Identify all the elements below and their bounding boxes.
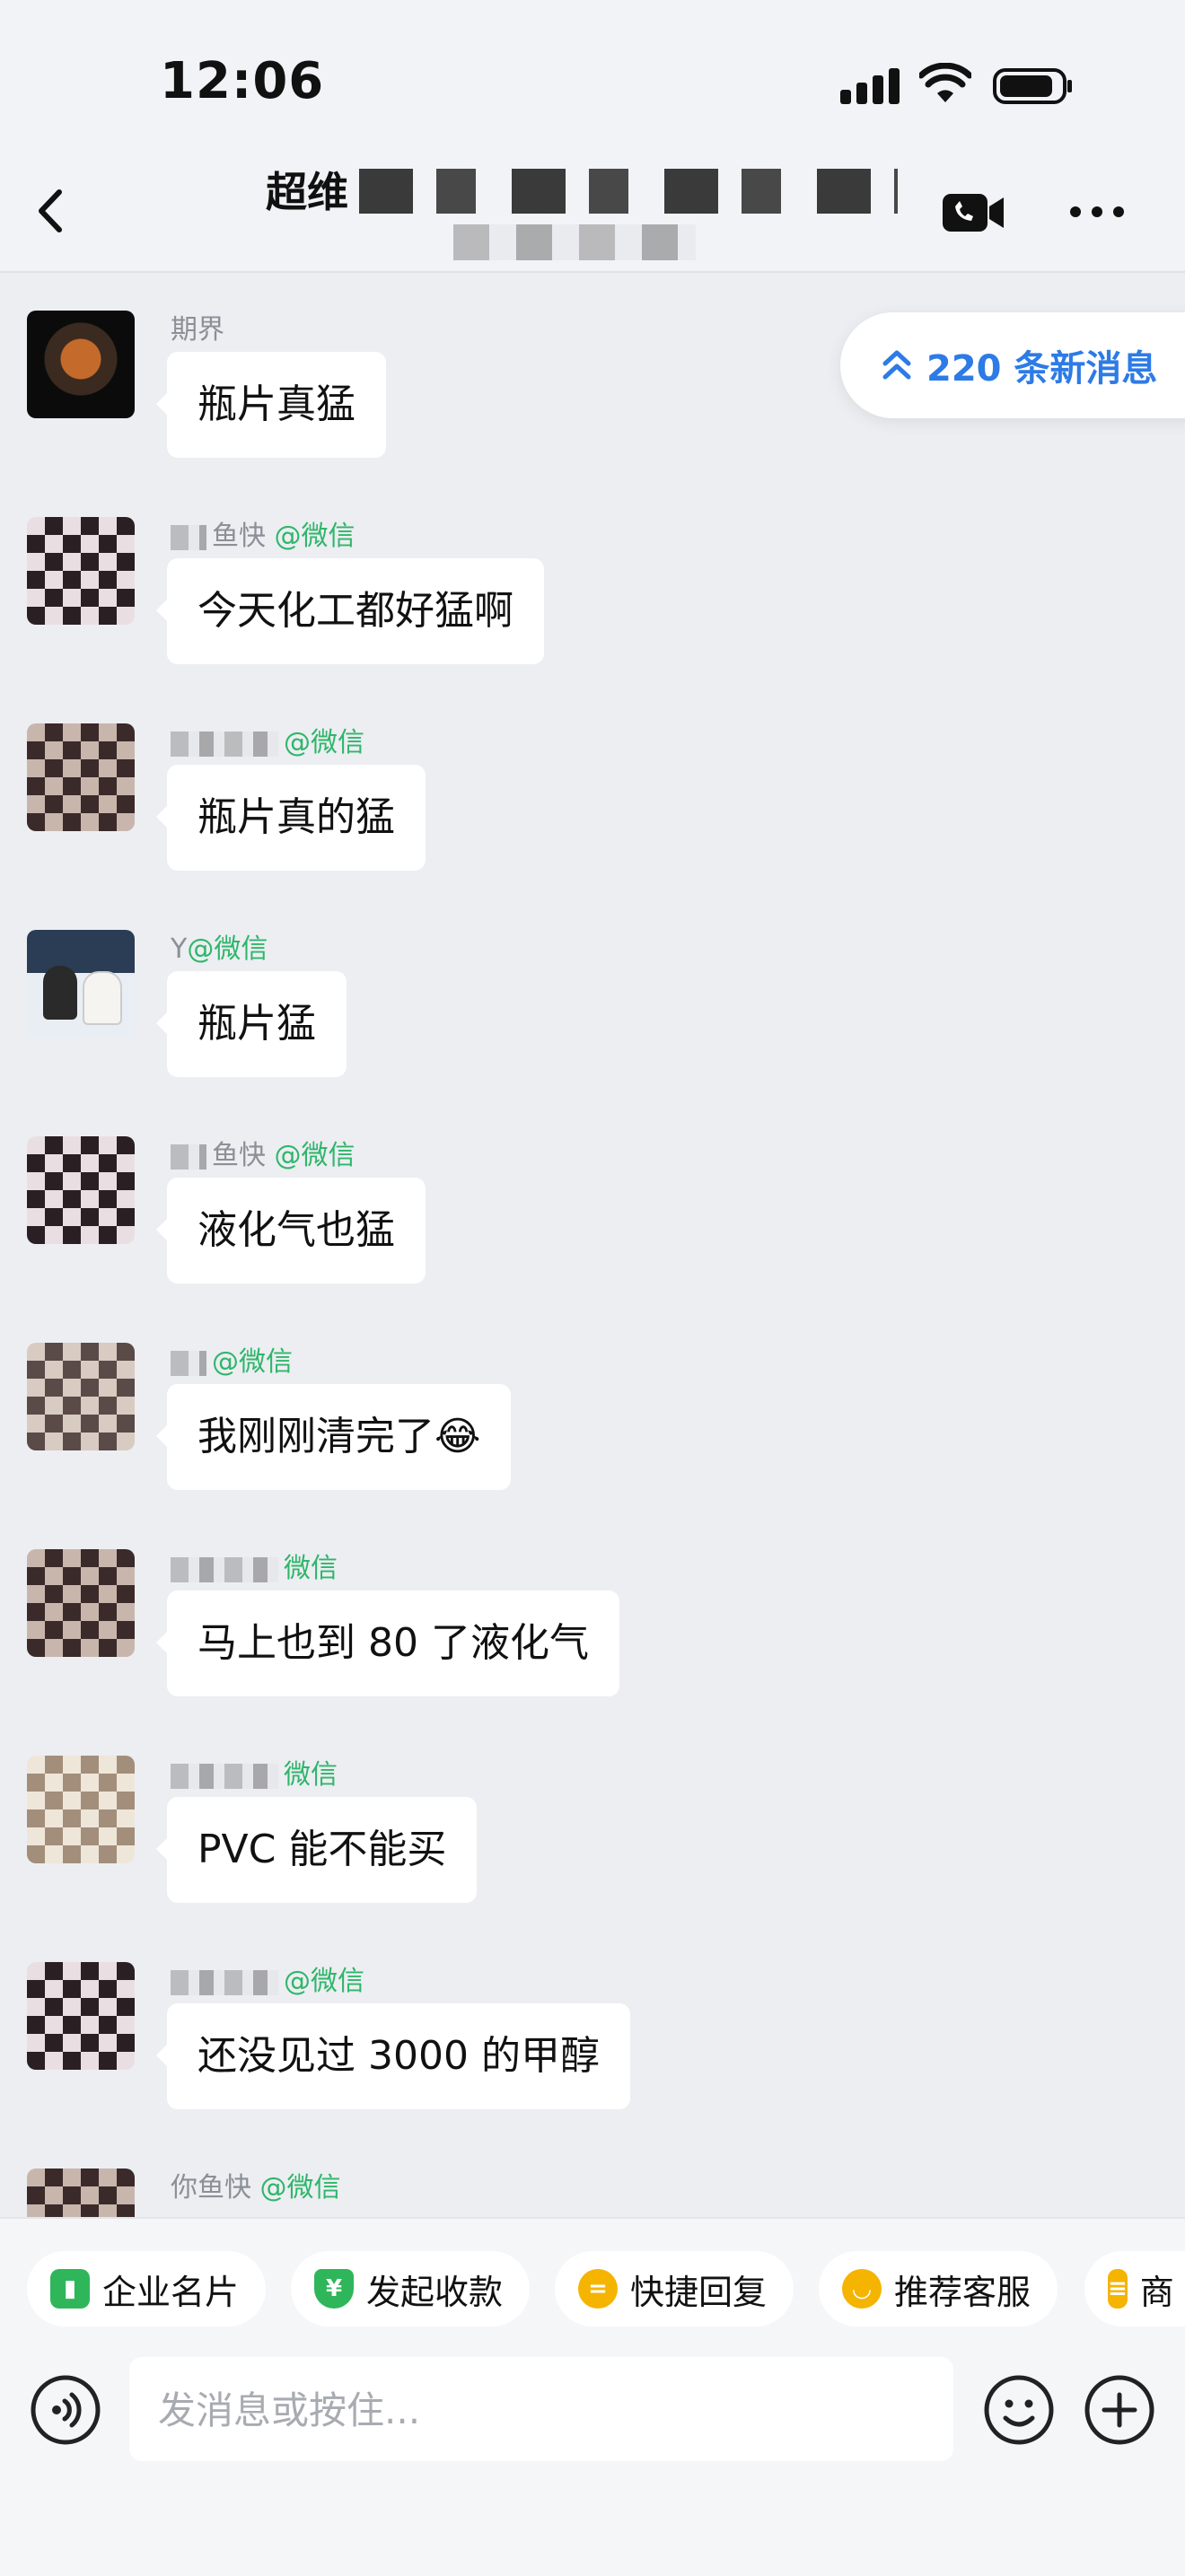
message-bubble[interactable]: 还没见过 3000 的甲醇: [156, 2003, 630, 2109]
quick-reply-icon: =: [578, 2269, 618, 2309]
avatar[interactable]: [27, 1549, 135, 1657]
title-redaction: [359, 169, 898, 214]
avatar[interactable]: [27, 1343, 135, 1450]
sender-name: 鱼快 @微信: [171, 513, 356, 553]
emoji-icon[interactable]: [982, 2373, 1056, 2447]
message-item: 鱼快 @微信 今天化工都好猛啊: [0, 517, 1185, 723]
message-item: 微信 PVC 能不能买: [0, 1756, 1185, 1962]
sender-name: Y@微信: [171, 933, 268, 965]
avatar[interactable]: [27, 723, 135, 831]
status-time: 12:06: [160, 52, 325, 110]
recommend-service-icon: ◡: [842, 2269, 882, 2309]
sender-name: 期界: [171, 314, 224, 346]
voice-input-icon[interactable]: [29, 2373, 102, 2447]
message-item: @微信 瓶片真的猛: [0, 723, 1185, 930]
video-call-icon[interactable]: [941, 188, 1005, 237]
sender-name: 微信: [171, 1752, 338, 1792]
store-icon: ≡: [1108, 2269, 1128, 2309]
avatar[interactable]: [27, 930, 135, 1038]
message-bubble[interactable]: 马上也到 80 了液化气: [156, 1590, 619, 1696]
more-dots-icon[interactable]: [1068, 199, 1126, 224]
quick-action-collect-payment[interactable]: ¥ 发起收款: [291, 2251, 531, 2326]
message-input-box: [129, 2357, 953, 2463]
add-plus-icon[interactable]: [1083, 2373, 1156, 2447]
yuan-shield-icon: ¥: [314, 2269, 354, 2309]
sender-name: 微信: [171, 1546, 338, 1585]
back-chevron-icon[interactable]: [25, 180, 79, 242]
message-bubble[interactable]: 液化气也猛: [156, 1178, 426, 1284]
business-card-icon: ▮: [50, 2269, 90, 2309]
message-input[interactable]: [156, 2357, 932, 2463]
sender-name: @微信: [171, 1339, 293, 1379]
cellular-signal-icon: [840, 68, 900, 104]
avatar[interactable]: [27, 1136, 135, 1244]
sender-name: @微信: [171, 720, 364, 759]
quick-action-recommend-service[interactable]: ◡ 推荐客服: [819, 2251, 1058, 2326]
sender-name: @微信: [171, 1958, 364, 1998]
quick-action-store[interactable]: ≡ 商: [1084, 2251, 1185, 2326]
quick-action-business-card[interactable]: ▮ 企业名片: [27, 2251, 267, 2326]
message-bubble[interactable]: 我刚刚清完了😂: [155, 1384, 512, 1490]
sender-name: 你鱼快 @微信: [171, 2172, 341, 2204]
message-bubble[interactable]: 瓶片真的猛: [156, 765, 426, 871]
avatar[interactable]: [27, 311, 135, 418]
message-item: 鱼快 @微信 液化气也猛: [0, 1136, 1185, 1343]
message-item: 微信 马上也到 80 了液化气: [0, 1549, 1185, 1756]
avatar[interactable]: [27, 2169, 135, 2217]
message-item: 期界 瓶片真猛: [0, 311, 1185, 517]
battery-icon: [993, 68, 1072, 104]
avatar[interactable]: [27, 517, 135, 625]
sender-name: 鱼快 @微信: [171, 1133, 356, 1172]
message-bubble[interactable]: 今天化工都好猛啊: [156, 558, 544, 664]
avatar[interactable]: [27, 1962, 135, 2070]
message-bubble[interactable]: PVC 能不能买: [155, 1797, 478, 1903]
wifi-icon: [919, 63, 971, 102]
message-item: Y@微信 瓶片猛: [0, 930, 1185, 1136]
message-item: @微信 还没见过 3000 的甲醇: [0, 1962, 1185, 2169]
message-bubble[interactable]: 瓶片猛: [156, 971, 347, 1077]
message-item: @微信 我刚刚清完了😂: [0, 1343, 1185, 1549]
message-bubble[interactable]: 瓶片真猛: [156, 352, 386, 458]
avatar[interactable]: [27, 1756, 135, 1863]
message-item: 你鱼快 @微信: [0, 2169, 1185, 2217]
quick-action-quick-reply[interactable]: = 快捷回复: [555, 2251, 794, 2326]
subtitle-redaction: [453, 224, 696, 260]
